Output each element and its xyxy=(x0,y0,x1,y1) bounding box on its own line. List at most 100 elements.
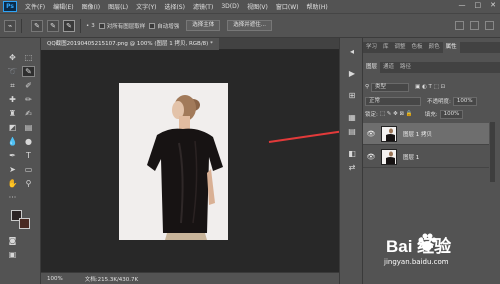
blur-tool-icon[interactable]: 💧 xyxy=(6,136,19,147)
layer-filter-row: ⚲ 类型 ▣ ◐ T ⬚ ⊡ xyxy=(365,82,498,92)
layer-row[interactable]: 👁 图层 1 拷贝 xyxy=(363,123,489,145)
lock-label: 锁定: xyxy=(365,112,378,118)
sample-all-layers-checkbox[interactable] xyxy=(98,22,105,29)
eyedropper-tool-icon[interactable]: ✐ xyxy=(22,80,35,91)
brush-size-value[interactable]: 3 xyxy=(91,23,95,29)
history-panel-icon[interactable]: ◂ xyxy=(346,46,358,57)
type-tool-icon[interactable]: T xyxy=(22,150,35,161)
clone-stamp-tool-icon[interactable]: ♜ xyxy=(6,108,19,119)
rectangle-tool-icon[interactable]: ▭ xyxy=(22,164,35,175)
share-icon[interactable] xyxy=(485,21,494,30)
menu-file[interactable]: 文件(F) xyxy=(21,2,49,11)
filter-icons[interactable]: ▣ ◐ T ⬚ ⊡ xyxy=(415,84,445,90)
eye-icon[interactable]: 👁 xyxy=(366,153,376,161)
menu-bar: Ps 文件(F) 编辑(E) 图像(I) 图层(L) 文字(Y) 选择(S) 滤… xyxy=(0,0,500,13)
tab-learn[interactable]: 学习 xyxy=(363,42,380,53)
tools-panel: ✥ ⬚ ➰ ✎ ⌗ ✐ ✚ ✏ ♜ ✍ ◩ ▤ 💧 ● ✒ T ➤ ▭ ✋ ⚲ … xyxy=(0,38,41,284)
collapsed-panel-strip: ◂ ▶ ⊞ ▦ ▤ ◧ ⇄ xyxy=(339,38,363,284)
healing-brush-tool-icon[interactable]: ✚ xyxy=(6,94,19,105)
minimize-button[interactable]: — xyxy=(459,1,466,9)
layer-row[interactable]: 👁 图层 1 xyxy=(363,146,489,168)
screen-mode-icon[interactable]: ▣ xyxy=(6,249,19,260)
menu-view[interactable]: 视图(V) xyxy=(243,2,272,11)
tool-preset-icon[interactable]: ⌁ xyxy=(4,19,16,32)
path-selection-tool-icon[interactable]: ➤ xyxy=(6,164,19,175)
auto-enhance-label: 自动增强 xyxy=(157,23,180,30)
marquee-tool-icon[interactable]: ⬚ xyxy=(22,52,35,63)
close-button[interactable]: ✕ xyxy=(490,1,496,9)
menu-type[interactable]: 文字(Y) xyxy=(132,2,160,11)
history-brush-tool-icon[interactable]: ✍ xyxy=(22,108,35,119)
tab-adjustments[interactable]: 调整 xyxy=(392,42,409,53)
tab-properties[interactable]: 属性 xyxy=(442,42,460,53)
menu-edit[interactable]: 编辑(E) xyxy=(49,2,77,11)
new-selection-brush-icon[interactable]: ✎ xyxy=(31,19,43,32)
menu-3d[interactable]: 3D(D) xyxy=(217,3,243,10)
brush-tool-icon[interactable]: ✏ xyxy=(22,94,35,105)
menu-help[interactable]: 帮助(H) xyxy=(303,2,332,11)
brush-size-dot-icon[interactable]: • xyxy=(86,23,89,29)
baidu-jingyan-watermark: Bai 经验 jingyan.baidu.com xyxy=(376,230,496,270)
dodge-tool-icon[interactable]: ● xyxy=(22,136,35,147)
zoom-tool-icon[interactable]: ⚲ xyxy=(22,178,35,189)
quick-selection-tool-icon[interactable]: ✎ xyxy=(22,66,35,77)
eraser-tool-icon[interactable]: ◩ xyxy=(6,122,19,133)
hand-tool-icon[interactable]: ✋ xyxy=(6,178,19,189)
menu-window[interactable]: 窗口(W) xyxy=(272,2,303,11)
auto-enhance-checkbox[interactable] xyxy=(149,22,156,29)
properties-panel-icon[interactable]: ⊞ xyxy=(346,90,358,101)
select-subject-button[interactable]: 选择主体 xyxy=(186,20,221,31)
watermark-brand: Bai 经验 xyxy=(386,237,452,256)
tab-swatches[interactable]: 色板 xyxy=(409,42,426,53)
tab-layers[interactable]: 图层 xyxy=(363,62,381,73)
lasso-tool-icon[interactable]: ➰ xyxy=(6,66,19,77)
notes-panel-icon[interactable]: ▤ xyxy=(346,126,358,137)
pen-tool-icon[interactable]: ✒ xyxy=(6,150,19,161)
layer-name[interactable]: 图层 1 xyxy=(403,153,419,161)
layer-name[interactable]: 图层 1 拷贝 xyxy=(403,130,432,138)
maximize-button[interactable]: □ xyxy=(475,1,482,9)
more-tools-icon[interactable]: ··· xyxy=(6,192,19,203)
layers-scrollbar[interactable] xyxy=(490,122,495,182)
search-icon[interactable] xyxy=(455,21,464,30)
character-panel-icon[interactable]: ◧ xyxy=(346,148,358,159)
tab-color[interactable]: 颜色 xyxy=(426,42,443,53)
sample-all-layers-label: 对所有图层取样 xyxy=(106,23,146,30)
background-color-swatch[interactable] xyxy=(19,218,30,229)
lock-icons[interactable]: ⬚ ✎ ✥ ⊠ 🔒 xyxy=(380,111,413,117)
layer-thumbnail xyxy=(381,148,397,165)
subtract-selection-brush-icon[interactable]: ✎ xyxy=(63,19,75,32)
tab-channels[interactable]: 通道 xyxy=(380,62,397,73)
document-size-info: 文档:215.3K/430.7K xyxy=(84,276,139,283)
tab-libraries[interactable]: 库 xyxy=(380,42,392,53)
document-tab-bar: QQ截图20190405215107.png @ 100% (图层 1 拷贝, … xyxy=(41,38,339,50)
quick-mask-icon[interactable]: ◙ xyxy=(6,235,19,246)
blend-mode-select[interactable]: 正常 xyxy=(365,96,421,106)
info-panel-icon[interactable]: ▦ xyxy=(346,112,358,123)
add-selection-brush-icon[interactable]: ✎ xyxy=(47,19,59,32)
filter-kind-select[interactable]: 类型 xyxy=(371,82,410,92)
move-tool-icon[interactable]: ✥ xyxy=(6,52,19,63)
blend-row: 正常 不透明度: 100% xyxy=(365,96,498,106)
menu-layer[interactable]: 图层(L) xyxy=(104,2,132,11)
document-tab[interactable]: QQ截图20190405215107.png @ 100% (图层 1 拷贝, … xyxy=(41,38,219,50)
paragraph-panel-icon[interactable]: ⇄ xyxy=(346,162,358,173)
workspace-icon[interactable] xyxy=(470,21,479,30)
canvas-area[interactable] xyxy=(41,50,339,272)
eye-icon[interactable]: 👁 xyxy=(366,130,376,138)
tab-paths[interactable]: 路径 xyxy=(397,62,414,73)
options-bar: ⌁ ✎ ✎ ✎ • 3 对所有图层取样 自动增强 选择主体 选择并遮住... xyxy=(0,13,500,38)
crop-tool-icon[interactable]: ⌗ xyxy=(6,80,19,91)
fill-input[interactable]: 100% xyxy=(439,109,464,119)
photoshop-logo: Ps xyxy=(3,1,17,12)
opacity-label: 不透明度: xyxy=(427,99,451,105)
actions-panel-icon[interactable]: ▶ xyxy=(346,68,358,79)
gradient-tool-icon[interactable]: ▤ xyxy=(22,122,35,133)
menu-filter[interactable]: 滤镜(T) xyxy=(189,2,217,11)
select-and-mask-button[interactable]: 选择并遮住... xyxy=(227,20,273,31)
opacity-input[interactable]: 100% xyxy=(452,96,477,106)
menu-image[interactable]: 图像(I) xyxy=(78,2,104,11)
woman-figure xyxy=(147,95,223,240)
menu-select[interactable]: 选择(S) xyxy=(160,2,189,11)
zoom-level[interactable]: 100% xyxy=(47,276,63,282)
